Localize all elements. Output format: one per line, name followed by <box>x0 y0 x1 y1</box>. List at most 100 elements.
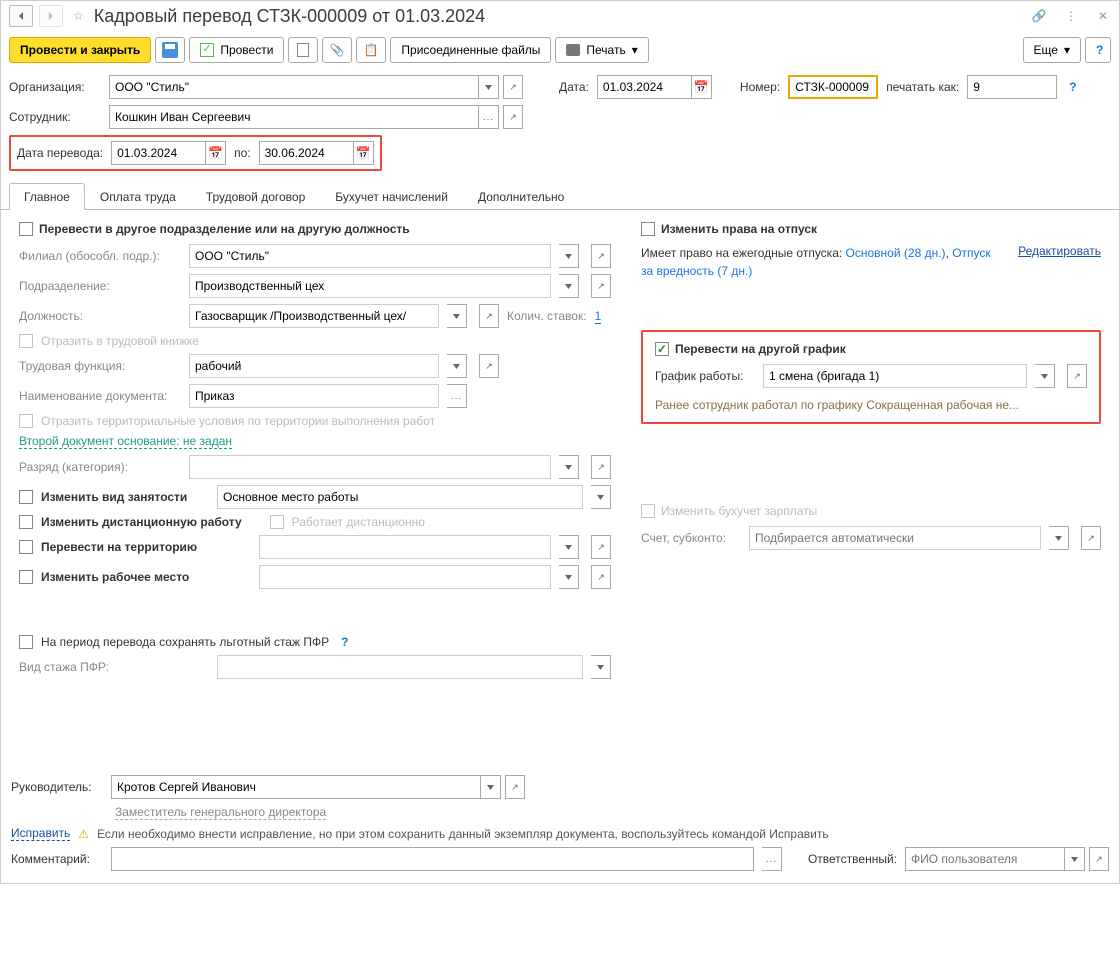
grade-dd[interactable] <box>559 455 579 479</box>
pos-input[interactable] <box>189 304 439 328</box>
date-input[interactable] <box>597 75 692 99</box>
chk-remote-work[interactable] <box>270 515 284 529</box>
head-open[interactable]: ↗ <box>505 775 525 799</box>
dept-input[interactable] <box>189 274 551 298</box>
pfr-input[interactable] <box>217 655 583 679</box>
rates-link[interactable]: 1 <box>595 309 602 324</box>
sched-label: График работы: <box>655 369 755 383</box>
help-icon[interactable]: ? <box>1069 80 1076 94</box>
post-button[interactable]: Провести <box>189 37 284 63</box>
back-button[interactable] <box>9 5 33 27</box>
chk-acc[interactable] <box>641 504 655 518</box>
head-dd[interactable] <box>481 775 501 799</box>
date-cal[interactable]: 📅 <box>692 75 712 99</box>
workplace-input[interactable] <box>259 565 551 589</box>
resp-open[interactable]: ↗ <box>1089 847 1109 871</box>
fix-link[interactable]: Исправить <box>11 826 70 841</box>
pos-dd[interactable] <box>447 304 467 328</box>
dept-dd[interactable] <box>559 274 579 298</box>
vacation-edit-link[interactable]: Редактировать <box>1018 244 1101 280</box>
tab-acc[interactable]: Бухучет начислений <box>320 183 463 210</box>
transdate-from[interactable] <box>111 141 206 165</box>
head-sub[interactable]: Заместитель генерального директора <box>115 805 326 820</box>
workplace-open[interactable]: ↗ <box>591 565 611 589</box>
comment-input[interactable] <box>111 847 754 871</box>
printas-input[interactable] <box>967 75 1057 99</box>
transdate-to[interactable] <box>259 141 354 165</box>
forward-button[interactable] <box>39 5 63 27</box>
branch-dd[interactable] <box>559 244 579 268</box>
territory-input[interactable] <box>259 535 551 559</box>
acc-input[interactable] <box>749 526 1041 550</box>
tab-pay[interactable]: Оплата труда <box>85 183 191 210</box>
close-icon[interactable]: ✕ <box>1095 8 1111 24</box>
func-open[interactable]: ↗ <box>479 354 499 378</box>
head-input[interactable] <box>111 775 481 799</box>
kebab-icon[interactable]: ⋮ <box>1063 8 1079 24</box>
emptype-dd[interactable] <box>591 485 611 509</box>
chk-territory[interactable] <box>19 540 33 554</box>
dept-open[interactable]: ↗ <box>591 274 611 298</box>
vacation-link-main[interactable]: Основной (28 дн.) <box>846 246 946 260</box>
pfr-help-icon[interactable]: ? <box>341 635 348 649</box>
clip-icon: 📎 <box>330 43 345 57</box>
org-open[interactable]: ↗ <box>503 75 523 99</box>
tab-contract[interactable]: Трудовой договор <box>191 183 320 210</box>
chk-schedule-label: Перевести на другой график <box>675 342 846 356</box>
resp-input[interactable] <box>905 847 1065 871</box>
attach-button[interactable]: 📎 <box>322 37 352 63</box>
grade-input[interactable] <box>189 455 551 479</box>
tab-extra[interactable]: Дополнительно <box>463 183 579 210</box>
sched-dd[interactable] <box>1035 364 1055 388</box>
chk-workplace[interactable] <box>19 570 33 584</box>
sched-input[interactable] <box>763 364 1027 388</box>
territory-dd[interactable] <box>559 535 579 559</box>
doc-button[interactable] <box>288 37 318 63</box>
sched-open[interactable]: ↗ <box>1067 364 1087 388</box>
print-button[interactable]: Печать▾ <box>555 37 648 63</box>
org-input[interactable] <box>109 75 479 99</box>
emp-select[interactable]: ... <box>479 105 499 129</box>
chk-schedule[interactable] <box>655 342 669 356</box>
transdate-from-cal[interactable]: 📅 <box>206 141 226 165</box>
emptype-input[interactable] <box>217 485 583 509</box>
window-title: Кадровый перевод СТЗК-000009 от 01.03.20… <box>94 6 1015 27</box>
pfr-dd[interactable] <box>591 655 611 679</box>
chk-transfer-dept[interactable] <box>19 222 33 236</box>
transdate-to-cal[interactable]: 📅 <box>354 141 374 165</box>
chk-remote[interactable] <box>19 515 33 529</box>
branch-input[interactable] <box>189 244 551 268</box>
org-dropdown[interactable] <box>479 75 499 99</box>
resp-dd[interactable] <box>1065 847 1085 871</box>
emp-open[interactable]: ↗ <box>503 105 523 129</box>
docname-input[interactable] <box>189 384 439 408</box>
emp-input[interactable] <box>109 105 479 129</box>
chk-pfr[interactable] <box>19 635 33 649</box>
help-button[interactable]: ? <box>1085 37 1111 63</box>
second-doc-link[interactable]: Второй документ основание: не задан <box>19 434 232 449</box>
more-button[interactable]: Еще ▾ <box>1023 37 1081 63</box>
attached-files-button[interactable]: Присоединенные файлы <box>390 37 551 63</box>
func-input[interactable] <box>189 354 439 378</box>
workplace-dd[interactable] <box>559 565 579 589</box>
post-close-button[interactable]: Провести и закрыть <box>9 37 151 63</box>
func-dd[interactable] <box>447 354 467 378</box>
chk-territory-cond[interactable] <box>19 414 33 428</box>
stamp-button[interactable]: 📋 <box>356 37 386 63</box>
link-icon[interactable]: 🔗 <box>1031 8 1047 24</box>
num-input[interactable] <box>788 75 878 99</box>
chk-vacation[interactable] <box>641 222 655 236</box>
chk-workbook[interactable] <box>19 334 33 348</box>
grade-open[interactable]: ↗ <box>591 455 611 479</box>
acc-dd[interactable] <box>1049 526 1069 550</box>
docname-select[interactable]: ... <box>447 384 467 408</box>
pos-open[interactable]: ↗ <box>479 304 499 328</box>
branch-open[interactable]: ↗ <box>591 244 611 268</box>
comment-select[interactable]: ... <box>762 847 782 871</box>
tab-main[interactable]: Главное <box>9 183 85 210</box>
save-button[interactable] <box>155 37 185 63</box>
acc-open[interactable]: ↗ <box>1081 526 1101 550</box>
star-icon[interactable]: ☆ <box>73 9 84 23</box>
chk-emptype[interactable] <box>19 490 33 504</box>
territory-open[interactable]: ↗ <box>591 535 611 559</box>
